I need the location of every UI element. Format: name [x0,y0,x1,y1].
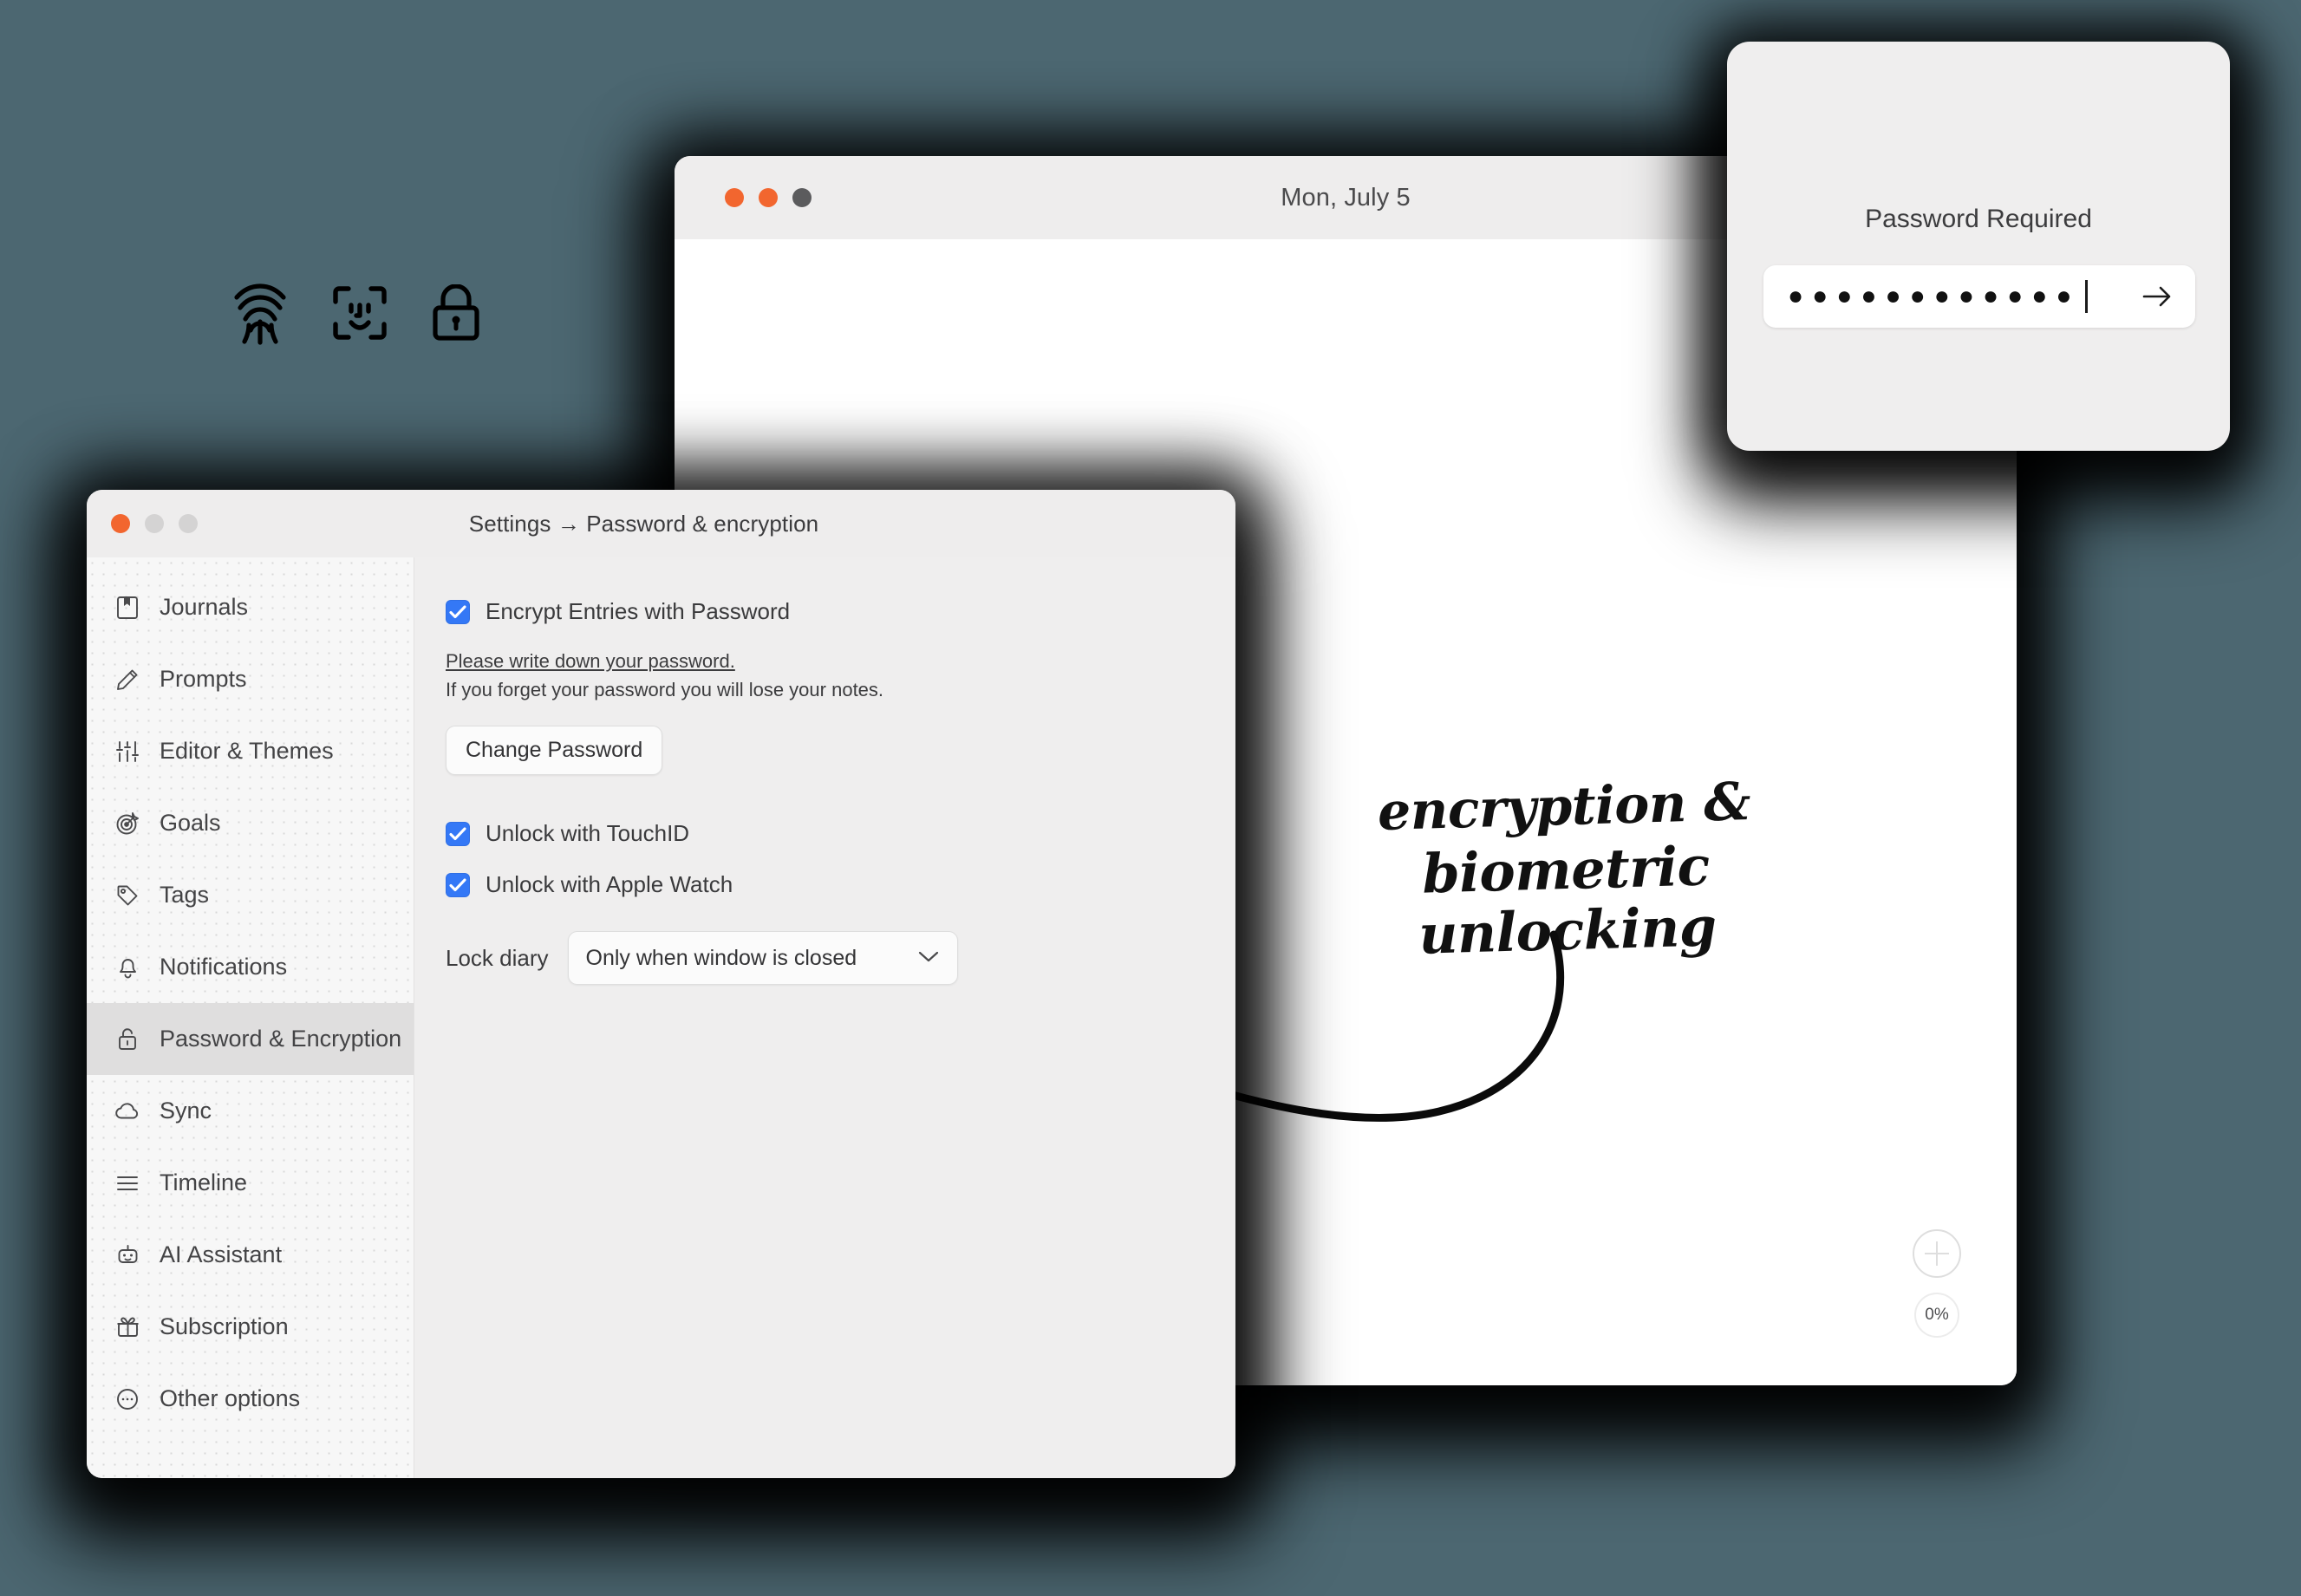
sidebar-item-editor-themes[interactable]: Editor & Themes [87,715,414,787]
sidebar-item-timeline[interactable]: Timeline [87,1147,414,1219]
maximize-button[interactable] [792,188,812,207]
sidebar-item-journals[interactable]: Journals [87,571,414,643]
settings-sidebar: Journals Prompts Editor & Themes Goals T… [87,557,414,1478]
password-input[interactable]: ●●●●●●●●●●●● [1788,283,2080,309]
password-warning-text: If you forget your password you will los… [446,679,884,700]
settings-window-title: Settings → Password & encryption [468,510,819,537]
sidebar-item-label: Goals [160,810,221,836]
add-entry-button[interactable] [1913,1229,1961,1278]
sidebar-item-label: AI Assistant [160,1241,283,1267]
target-icon [114,811,140,837]
encrypt-entries-row[interactable]: Encrypt Entries with Password [446,598,1235,625]
sidebar-item-notifications[interactable]: Notifications [87,931,414,1003]
settings-content-pane: Encrypt Entries with Password Please wri… [414,557,1235,1478]
sidebar-item-password-encryption[interactable]: Password & Encryption [87,1003,414,1075]
bell-icon [114,954,140,980]
book-icon [114,595,140,621]
password-input-wrapper[interactable]: ●●●●●●●●●●●● [1763,265,2195,328]
change-password-button[interactable]: Change Password [446,726,663,775]
password-required-dialog: Password Required ●●●●●●●●●●●● [1727,42,2230,451]
sidebar-item-goals[interactable]: Goals [87,787,414,859]
password-dialog-title: Password Required [1865,205,2092,233]
gift-icon [114,1314,140,1340]
robot-icon [114,1242,140,1268]
cloud-icon [114,1098,140,1124]
sidebar-item-label: Timeline [160,1169,248,1195]
sidebar-item-label: Prompts [160,666,247,692]
sidebar-item-label: Tags [160,882,210,908]
sidebar-item-ai-assistant[interactable]: AI Assistant [87,1219,414,1291]
sidebar-item-label: Notifications [160,954,288,980]
unlock-applewatch-checkbox[interactable] [446,872,470,897]
sliders-icon [114,739,140,765]
lock-diary-select[interactable]: Only when window is closed [567,931,958,985]
unlock-touchid-checkbox[interactable] [446,821,470,846]
close-button[interactable] [725,188,744,207]
tag-icon [114,883,140,909]
sidebar-item-tags[interactable]: Tags [87,859,414,931]
sidebar-item-other-options[interactable]: Other options [87,1363,414,1435]
password-warning: Please write down your password. If you … [446,650,1235,701]
progress-badge: 0% [1914,1293,1959,1338]
sidebar-item-label: Journals [160,594,249,620]
minimize-button[interactable] [145,514,164,533]
padlock-icon [432,284,480,342]
unlock-applewatch-label: Unlock with Apple Watch [486,871,733,897]
sidebar-item-label: Subscription [160,1313,289,1339]
sidebar-item-sync[interactable]: Sync [87,1075,414,1147]
password-warning-link[interactable]: Please write down your password. [446,650,1235,673]
sidebar-item-label: Editor & Themes [160,738,334,764]
text-caret [2085,280,2088,313]
sidebar-item-label: Password & Encryption [160,1026,402,1052]
biometric-icon-row [232,279,480,347]
lock-diary-value: Only when window is closed [585,945,857,970]
chevron-down-icon [917,949,940,967]
encrypt-entries-label: Encrypt Entries with Password [486,598,791,624]
lock-diary-row: Lock diary Only when window is closed [446,931,1235,985]
ellipsis-circle-icon [114,1386,140,1412]
settings-window: Settings → Password & encryption Journal… [87,490,1235,1478]
unlock-applewatch-row[interactable]: Unlock with Apple Watch [446,871,1235,898]
lock-icon [114,1026,140,1052]
sidebar-item-subscription[interactable]: Subscription [87,1291,414,1363]
sidebar-item-label: Other options [160,1385,301,1411]
lock-diary-label: Lock diary [446,944,549,971]
annotation-line-1: encryption & [1377,772,1751,844]
sidebar-item-prompts[interactable]: Prompts [87,643,414,715]
encrypt-entries-checkbox[interactable] [446,599,470,624]
pencil-icon [114,667,140,693]
unlock-touchid-label: Unlock with TouchID [486,820,690,846]
list-icon [114,1170,140,1196]
fingerprint-icon [232,279,288,347]
maximize-button[interactable] [179,514,198,533]
sidebar-item-label: Sync [160,1098,212,1124]
minimize-button[interactable] [759,188,778,207]
main-window-traffic-lights[interactable] [725,188,812,207]
unlock-touchid-row[interactable]: Unlock with TouchID [446,820,1235,847]
face-id-icon [333,286,387,340]
arrow-right-icon[interactable] [2140,279,2174,314]
settings-titlebar: Settings → Password & encryption [87,490,1235,558]
close-button[interactable] [111,514,130,533]
settings-traffic-lights[interactable] [111,514,198,533]
